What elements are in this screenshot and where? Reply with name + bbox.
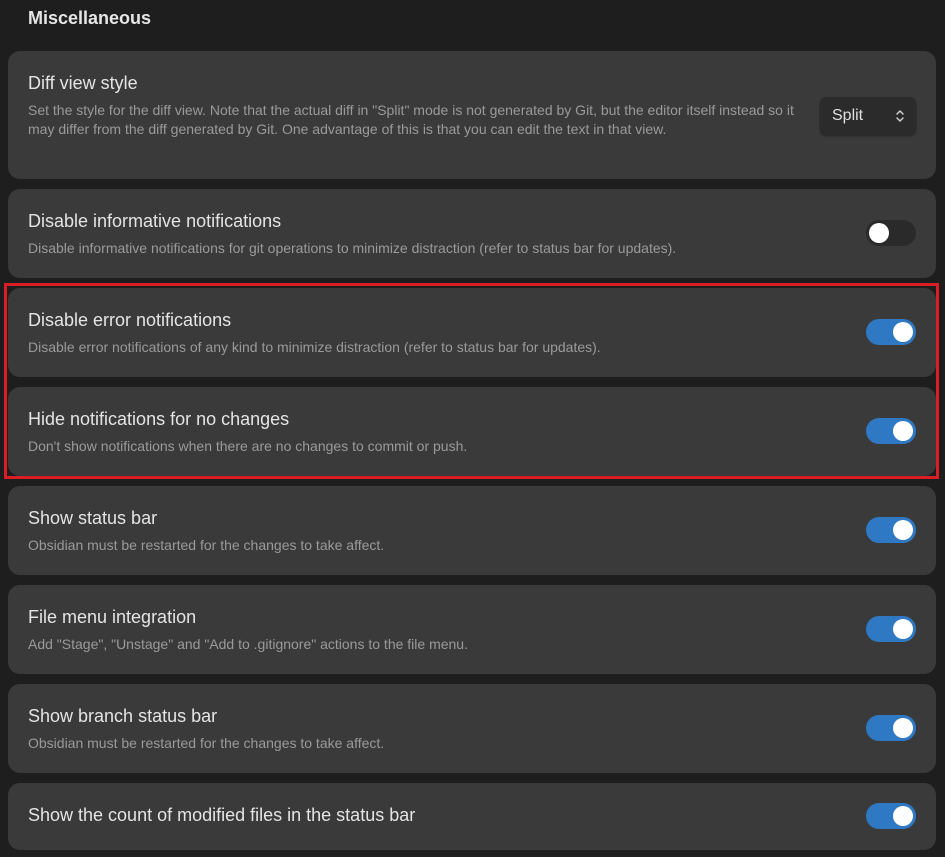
- setting-show-status-bar: Show status bar Obsidian must be restart…: [8, 486, 936, 575]
- setting-name: Show status bar: [28, 508, 158, 528]
- diff-view-style-select[interactable]: Split: [820, 97, 916, 135]
- disable-error-notifications-toggle[interactable]: [866, 319, 916, 345]
- disable-informative-notifications-toggle[interactable]: [866, 220, 916, 246]
- setting-name: Diff view style: [28, 73, 138, 93]
- toggle-knob: [893, 619, 913, 639]
- hide-notifications-no-changes-toggle[interactable]: [866, 418, 916, 444]
- setting-file-menu-integration: File menu integration Add "Stage", "Unst…: [8, 585, 936, 674]
- setting-description: Obsidian must be restarted for the chang…: [28, 735, 385, 751]
- section-heading: Miscellaneous: [28, 8, 152, 28]
- setting-show-branch-status-bar: Show branch status bar Obsidian must be …: [8, 684, 936, 773]
- setting-description: Disable error notifications of any kind …: [28, 339, 601, 355]
- toggle-knob: [893, 806, 913, 826]
- setting-show-modified-files-count: Show the count of modified files in the …: [8, 783, 936, 850]
- setting-disable-error-notifications: Disable error notifications Disable erro…: [8, 288, 936, 377]
- setting-name: Show the count of modified files in the …: [28, 805, 416, 825]
- setting-description: Obsidian must be restarted for the chang…: [28, 537, 385, 553]
- setting-name: Show branch status bar: [28, 706, 218, 726]
- file-menu-integration-toggle[interactable]: [866, 616, 916, 642]
- setting-description: Disable informative notifications for gi…: [28, 240, 677, 256]
- settings-page: Miscellaneous Diff view style Set the st…: [0, 0, 945, 857]
- toggle-knob: [893, 421, 913, 441]
- setting-diff-view-style: Diff view style Set the style for the di…: [8, 51, 936, 179]
- setting-disable-informative-notifications: Disable informative notifications Disabl…: [8, 189, 936, 278]
- setting-description: Add "Stage", "Unstage" and "Add to .giti…: [28, 636, 468, 652]
- toggle-knob: [893, 520, 913, 540]
- show-branch-status-bar-toggle[interactable]: [866, 715, 916, 741]
- show-modified-files-count-toggle[interactable]: [866, 803, 916, 829]
- setting-name: Disable informative notifications: [28, 211, 282, 231]
- toggle-knob: [893, 718, 913, 738]
- chevron-up-down-icon: [896, 110, 904, 122]
- setting-name: Disable error notifications: [28, 310, 232, 330]
- setting-description: Don't show notifications when there are …: [28, 438, 468, 454]
- dropdown-value: Split: [832, 107, 864, 124]
- setting-name: File menu integration: [28, 607, 197, 627]
- setting-hide-notifications-no-changes: Hide notifications for no changes Don't …: [8, 387, 936, 476]
- toggle-knob: [869, 223, 889, 243]
- show-status-bar-toggle[interactable]: [866, 517, 916, 543]
- setting-name: Hide notifications for no changes: [28, 409, 290, 429]
- setting-description: Set the style for the diff view. Note th…: [28, 102, 794, 137]
- toggle-knob: [893, 322, 913, 342]
